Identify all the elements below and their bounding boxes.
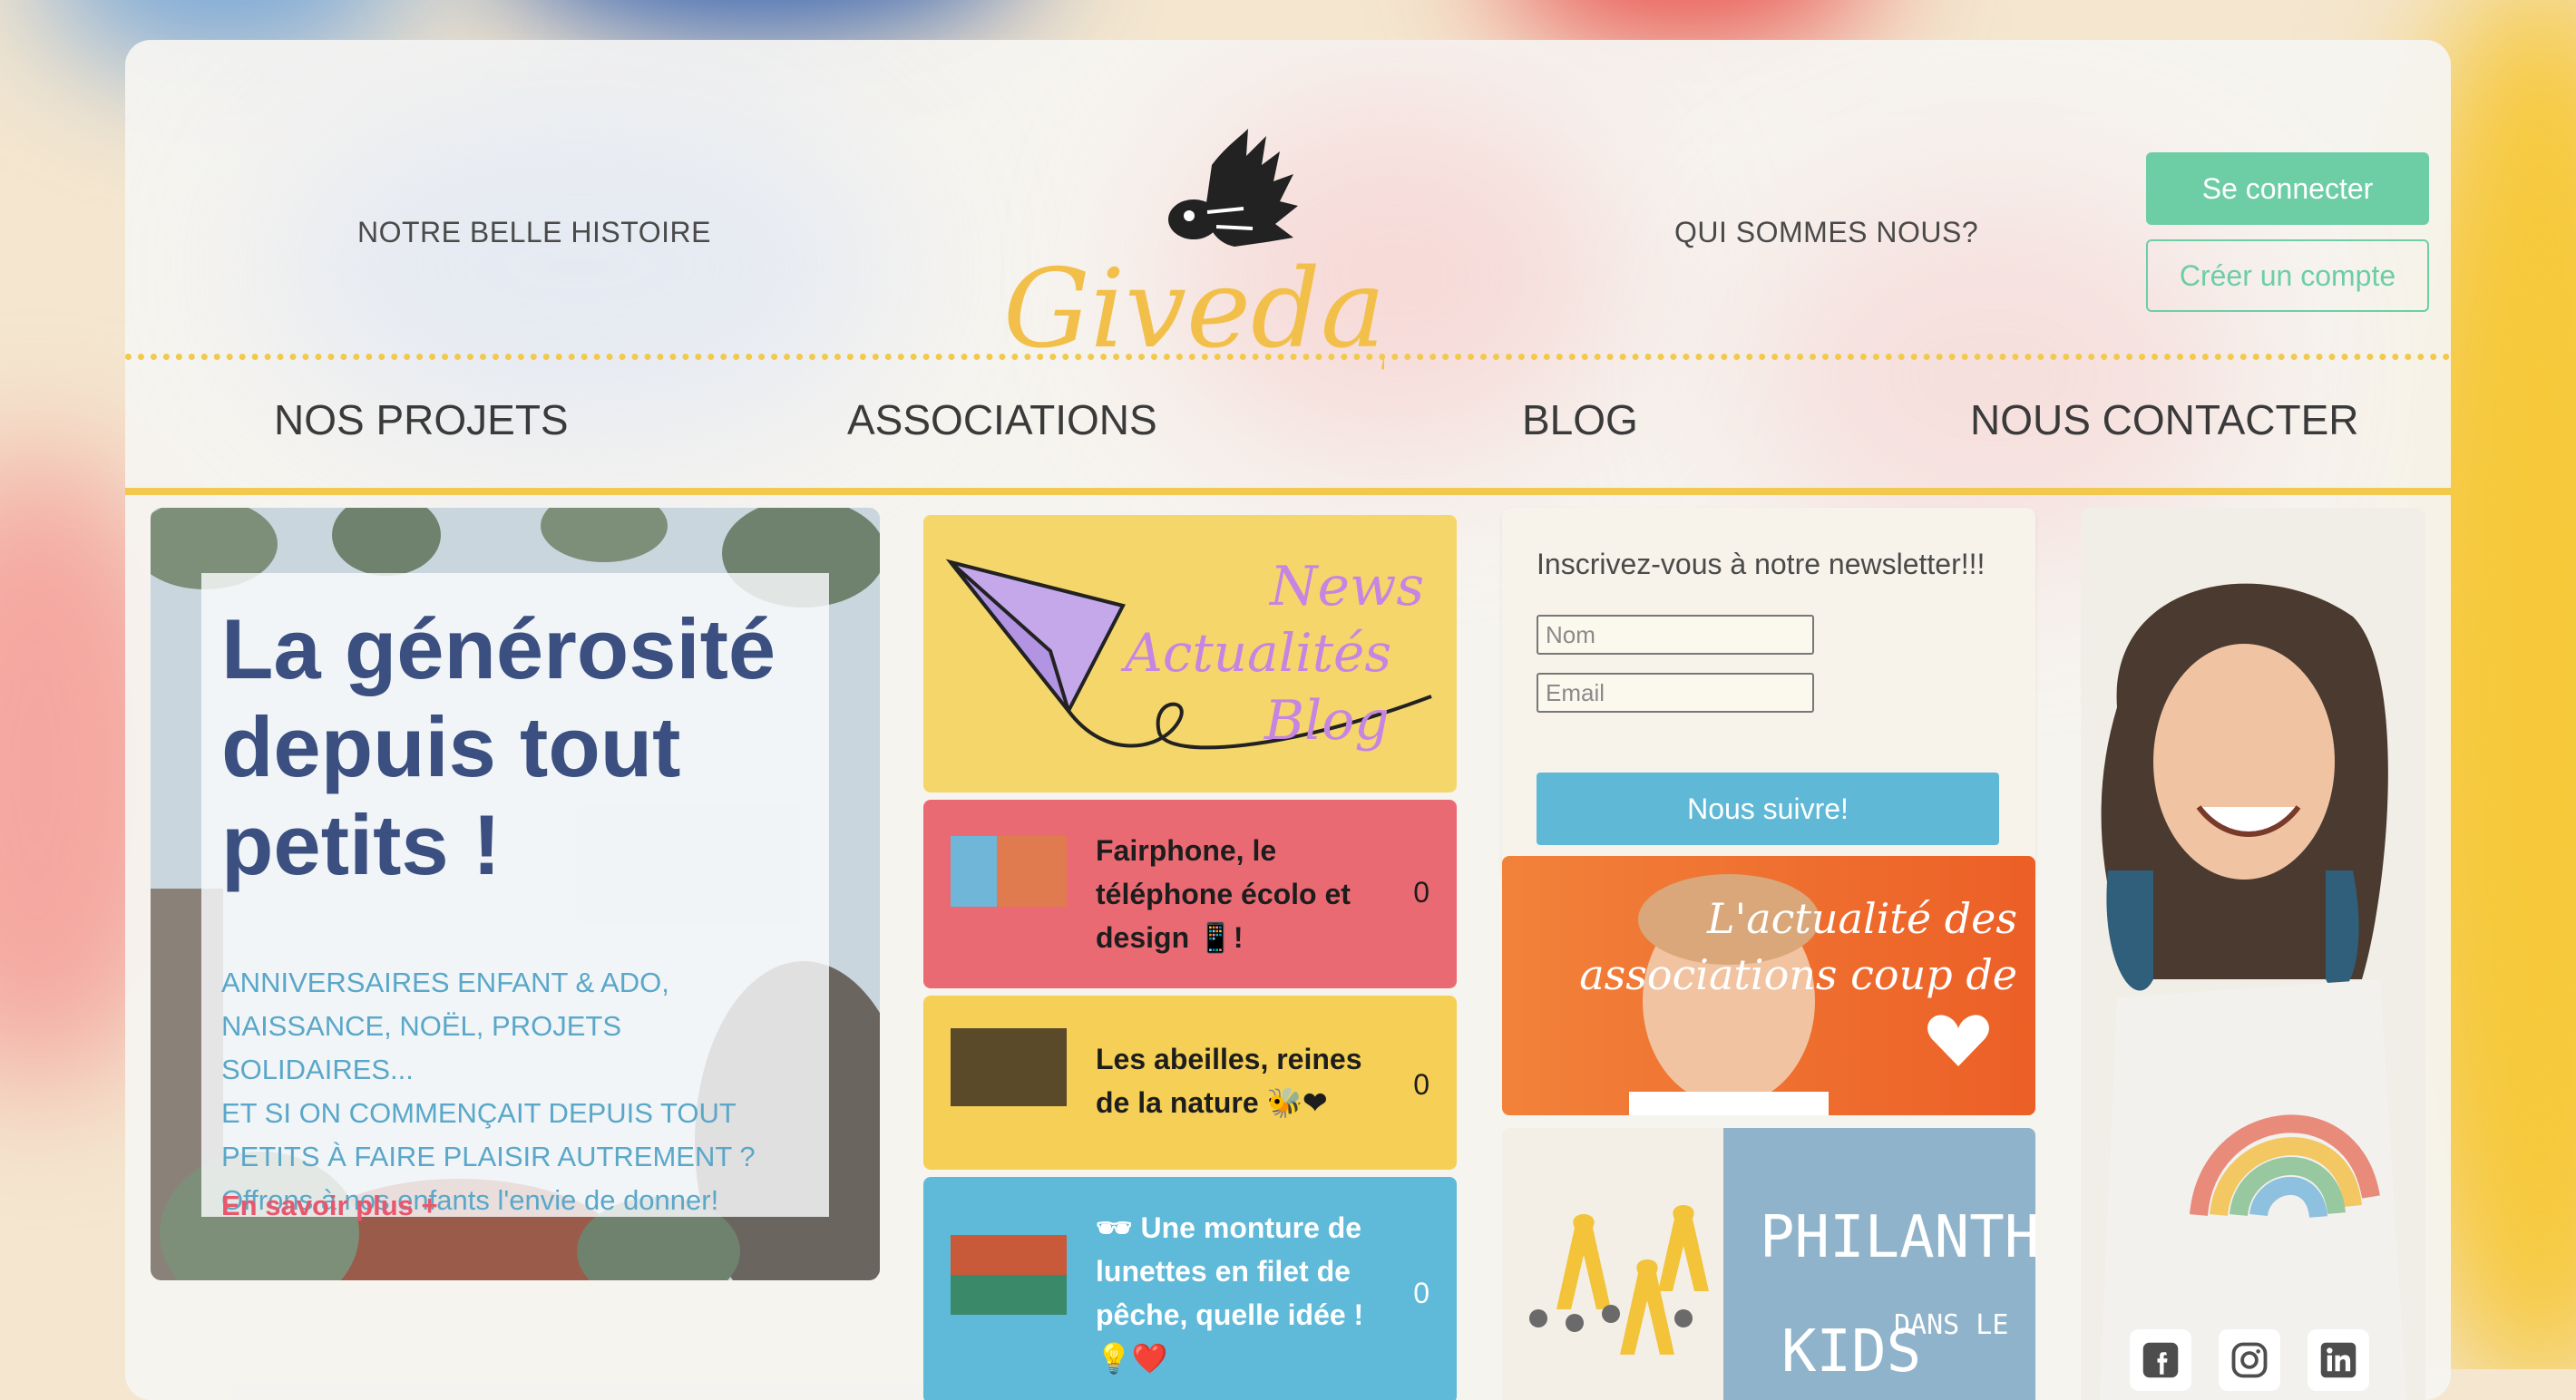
linkedin-icon[interactable] [2308,1329,2369,1391]
hero-line: ANNIVERSAIRES ENFANT & ADO, [221,967,669,998]
hero-line: PETITS À FAIRE PLAISIR AUTREMENT ? [221,1141,756,1172]
post-thumbnail [951,1028,1067,1106]
main-card: NOTRE BELLE HISTOIRE QUI SOMMES NOUS? Gi… [125,40,2451,1400]
post-thumbnail [951,836,1067,907]
learn-more-link[interactable]: En savoir plus + [221,1190,438,1222]
blog-post[interactable]: Les abeilles, reines de la nature 🐝❤ 0 [923,996,1457,1170]
post-comment-count: 0 [1413,876,1429,909]
post-comment-count: 0 [1413,1277,1429,1309]
news-word: Blog [1264,689,1390,753]
register-button[interactable]: Créer un compte [2146,239,2429,312]
philanthro-kids-card[interactable]: PHILANTHRO KIDS DANS LE [1502,1128,2035,1400]
nav-item-contact[interactable]: NOUS CONTACTER [1970,395,2359,444]
associations-banner-text: L'actualité des associations coup de [1579,894,2017,999]
newsletter-title: Inscrivez-vous à notre newsletter!!! [1537,548,1986,580]
nav-item-projets[interactable]: NOS PROJETS [274,395,569,444]
newsletter-box: Inscrivez-vous à notre newsletter!!! Nou… [1502,508,2035,881]
dotted-divider [125,354,2451,360]
philanthro-panel: PHILANTHRO KIDS DANS LE [1723,1128,2035,1400]
bg-blob [1497,0,1878,45]
hero-card: La générosité depuis tout petits ! ANNIV… [151,508,880,1280]
hero-title: La générosité depuis tout petits ! [221,601,776,892]
hero-line: NAISSANCE, NOËL, PROJETS SOLIDAIRES... [221,1010,621,1085]
kids-ribbons-photo [1529,1205,1709,1355]
girl-photo [2081,508,2425,1400]
login-button[interactable]: Se connecter [2146,152,2429,225]
newsletter-name-input[interactable] [1537,615,1814,655]
hero-line: ET SI ON COMMENÇAIT DEPUIS TOUT [221,1097,737,1129]
nav-item-blog[interactable]: BLOG [1522,395,1638,444]
news-word: News [1270,555,1425,618]
newsletter-subscribe-button[interactable]: Nous suivre! [1537,773,1999,845]
post-title: Fairphone, le téléphone écolo et design … [1096,834,1351,954]
nav-link-qui-sommes-nous[interactable]: QUI SOMMES NOUS? [1674,216,1978,249]
post-title: 🕶 Une monture de lunettes en filet de pê… [1096,1211,1364,1375]
instagram-icon[interactable] [2219,1329,2280,1391]
heart-icon [1927,1015,1989,1066]
nav-item-associations[interactable]: ASSOCIATIONS [847,395,1157,444]
facebook-icon[interactable] [2130,1329,2191,1391]
philanthro-word: PHILANTHRO [1760,1204,2035,1271]
post-thumbnail [951,1235,1067,1315]
associations-banner[interactable]: L'actualité des associations coup de [1502,856,2035,1115]
bg-blob [490,0,1034,36]
blog-banner[interactable]: News Actualités Blog [923,515,1457,792]
blog-post[interactable]: Fairphone, le téléphone écolo et design … [923,800,1457,988]
main-nav: NOS PROJETS ASSOCIATIONS BLOG NOUS CONTA… [125,366,2451,495]
dans-le-word: DANS LE [1894,1309,2009,1341]
post-title: Les abeilles, reines de la nature 🐝❤ [1096,1043,1362,1119]
nav-link-histoire[interactable]: NOTRE BELLE HISTOIRE [357,216,711,249]
zebra-icon [1168,129,1298,247]
blog-post[interactable]: 🕶 Une monture de lunettes en filet de pê… [923,1177,1457,1400]
newsletter-email-input[interactable] [1537,673,1814,713]
post-comment-count: 0 [1413,1068,1429,1101]
news-word: Actualités [1125,622,1392,684]
hero-description: ANNIVERSAIRES ENFANT & ADO, NAISSANCE, N… [221,961,820,1222]
